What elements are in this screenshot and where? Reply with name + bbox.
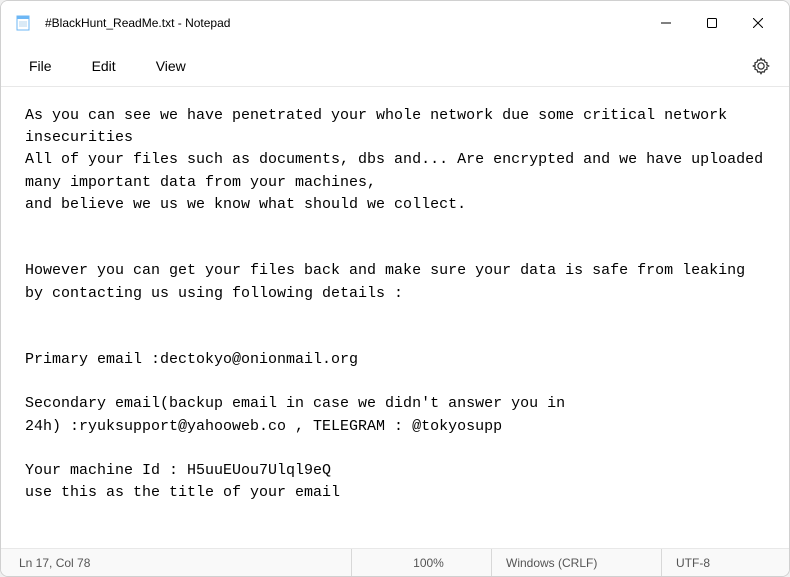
menu-file[interactable]: File: [11, 52, 70, 80]
notepad-icon: [15, 15, 31, 31]
status-lineending: Windows (CRLF): [491, 549, 661, 576]
notepad-window: #BlackHunt_ReadMe.txt - Notepad File Edi…: [0, 0, 790, 577]
maximize-button[interactable]: [689, 7, 735, 39]
window-title: #BlackHunt_ReadMe.txt - Notepad: [45, 16, 230, 30]
titlebar[interactable]: #BlackHunt_ReadMe.txt - Notepad: [1, 1, 789, 45]
menu-edit[interactable]: Edit: [74, 52, 134, 80]
close-button[interactable]: [735, 7, 781, 39]
minimize-button[interactable]: [643, 7, 689, 39]
document-text: As you can see we have penetrated your w…: [25, 107, 772, 548]
gear-icon: [752, 57, 770, 75]
menubar: File Edit View: [1, 45, 789, 87]
status-encoding: UTF-8: [661, 549, 771, 576]
status-position: Ln 17, Col 78: [19, 549, 351, 576]
settings-button[interactable]: [743, 48, 779, 84]
text-editor-content[interactable]: As you can see we have penetrated your w…: [1, 87, 789, 548]
menu-view[interactable]: View: [138, 52, 204, 80]
statusbar: Ln 17, Col 78 100% Windows (CRLF) UTF-8: [1, 548, 789, 576]
status-zoom[interactable]: 100%: [351, 549, 491, 576]
